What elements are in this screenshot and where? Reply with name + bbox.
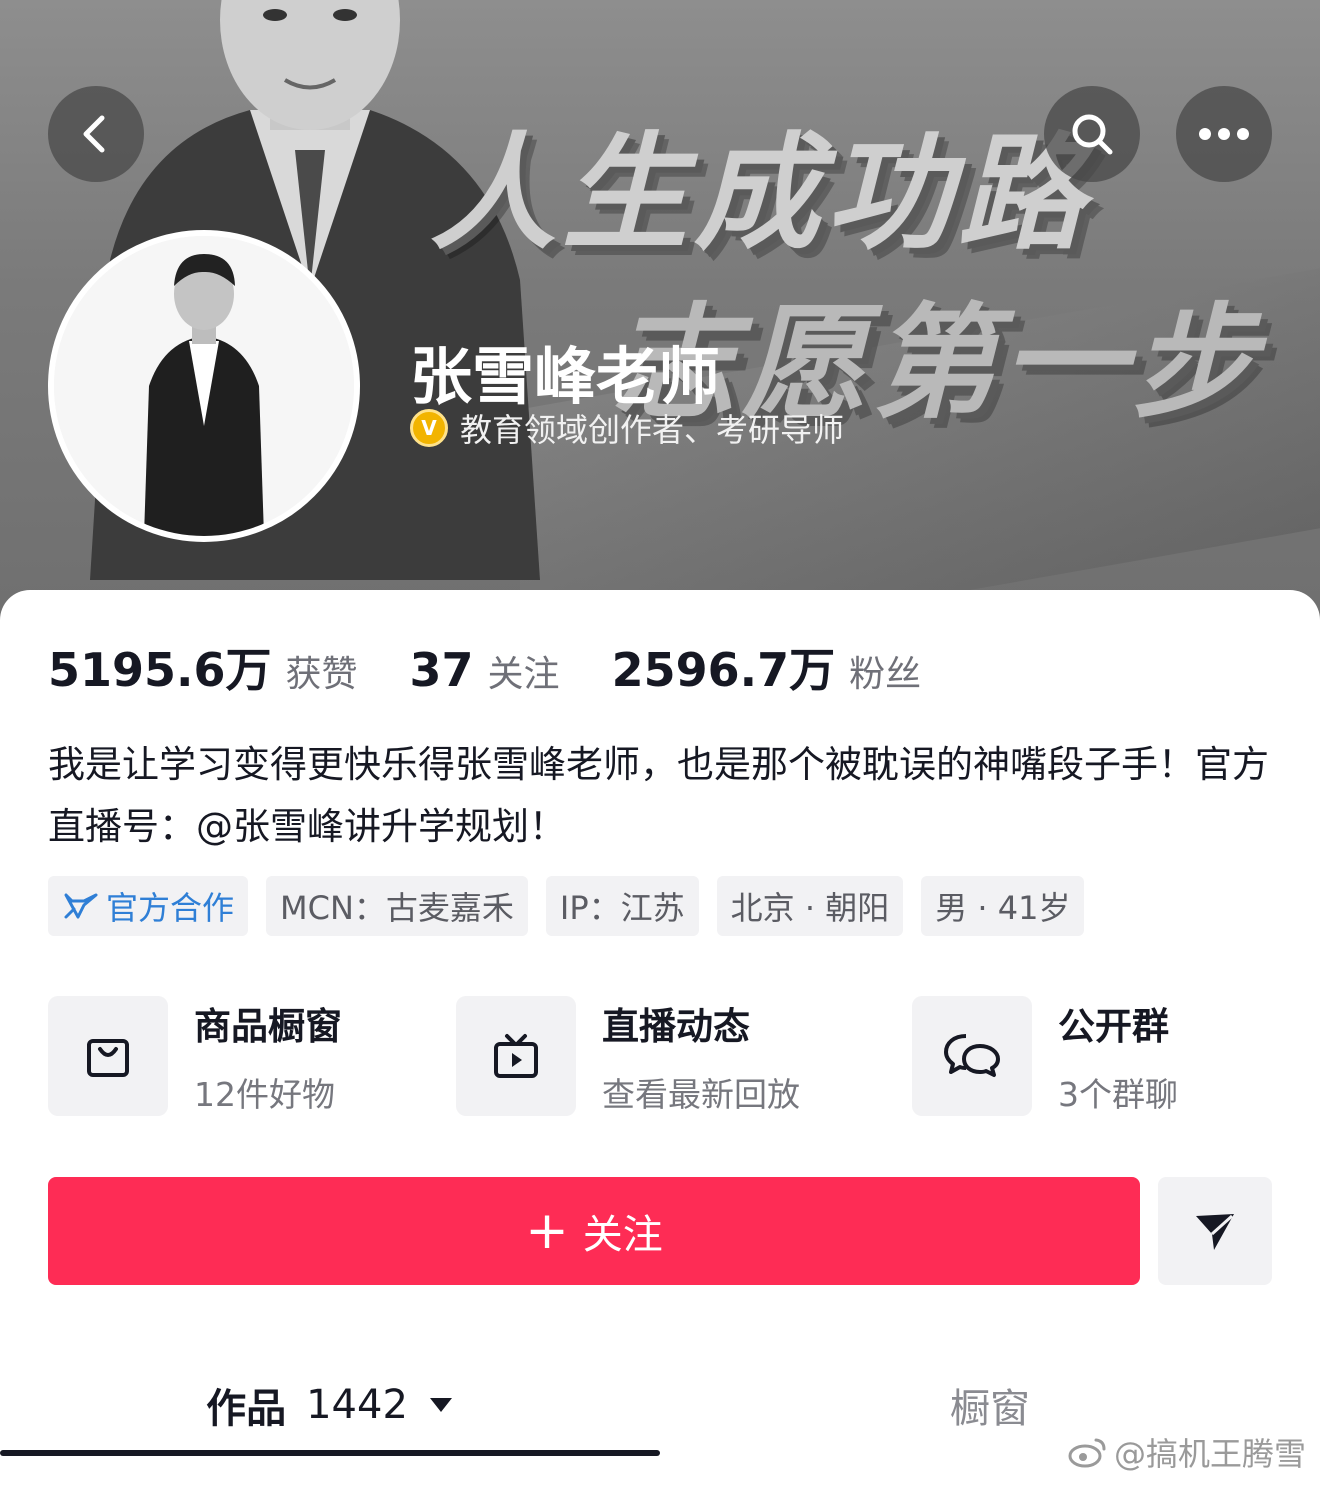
avatar-person-image bbox=[54, 236, 354, 536]
profile-name: 张雪峰老师 bbox=[410, 340, 721, 413]
tag-row: 官方合作 MCN：古麦嘉禾 IP：江苏 北京 · 朝阳 男 · 41岁 bbox=[48, 876, 1085, 936]
watermark: @搞机王腾雪 bbox=[1068, 1429, 1306, 1475]
official-cooperation-icon bbox=[64, 893, 98, 919]
followers-count[interactable]: 2596.7万 bbox=[612, 634, 836, 700]
verification-text: 教育领域创作者、考研导师 bbox=[460, 411, 845, 449]
feature-icon-box bbox=[48, 996, 168, 1116]
feature-title: 公开群 bbox=[1058, 1005, 1169, 1048]
feature-entries: 商品橱窗 12件好物 直播动态 查看最新回放 公开群 3个群聊 bbox=[48, 996, 1278, 1116]
feature-title: 直播动态 bbox=[602, 1005, 750, 1048]
likes-count[interactable]: 5195.6万 bbox=[48, 634, 272, 700]
avatar[interactable] bbox=[48, 230, 360, 542]
search-button[interactable] bbox=[1044, 86, 1140, 182]
feature-icon-box bbox=[912, 996, 1032, 1116]
ip-location-tag: IP：江苏 bbox=[545, 876, 699, 936]
feature-live-updates[interactable]: 直播动态 查看最新回放 bbox=[456, 996, 800, 1116]
feature-public-group[interactable]: 公开群 3个群聊 bbox=[912, 996, 1178, 1116]
tv-play-icon bbox=[494, 1034, 538, 1078]
tab-works-count: 1442 bbox=[306, 1382, 408, 1428]
profile-sheet: 5195.6万 获赞 37 关注 2596.7万 粉丝 我是让学习变得更快乐得张… bbox=[0, 590, 1320, 1489]
official-cooperation-label: 官方合作 bbox=[106, 889, 235, 927]
follow-label: 关注 bbox=[582, 1212, 663, 1258]
followers-label: 粉丝 bbox=[849, 654, 922, 695]
more-dots-icon bbox=[1199, 128, 1249, 140]
back-button[interactable] bbox=[48, 86, 144, 182]
feature-shop-window[interactable]: 商品橱窗 12件好物 bbox=[48, 996, 342, 1116]
tab-works-label: 作品 bbox=[206, 1386, 287, 1432]
caret-down-icon[interactable] bbox=[428, 1396, 454, 1414]
city-tag: 北京 · 朝阳 bbox=[716, 876, 904, 936]
share-button[interactable] bbox=[1158, 1177, 1272, 1285]
feature-icon-box bbox=[456, 996, 576, 1116]
verification-row: V 教育领域创作者、考研导师 bbox=[410, 408, 845, 449]
active-tab-indicator bbox=[0, 1450, 660, 1456]
bio-text: 我是让学习变得更快乐得张雪峰老师，也是那个被耽误的神嘴段子手！官方直播号：@张雪… bbox=[48, 743, 1269, 848]
watermark-text: @搞机王腾雪 bbox=[1113, 1435, 1306, 1473]
shopping-bag-icon bbox=[87, 1039, 129, 1077]
following-label: 关注 bbox=[487, 654, 560, 695]
send-icon bbox=[1196, 1214, 1234, 1250]
feature-subtitle: 12件好物 bbox=[194, 1075, 335, 1114]
stats-row: 5195.6万 获赞 37 关注 2596.7万 粉丝 bbox=[48, 634, 973, 700]
tab-works[interactable]: 作品 1442 bbox=[0, 1360, 660, 1450]
gender-age-tag: 男 · 41岁 bbox=[921, 876, 1085, 936]
mcn-tag[interactable]: MCN：古麦嘉禾 bbox=[266, 876, 528, 936]
feature-subtitle: 查看最新回放 bbox=[602, 1075, 800, 1114]
feature-title: 商品橱窗 bbox=[194, 1005, 342, 1048]
more-button[interactable] bbox=[1176, 86, 1272, 182]
feature-subtitle: 3个群聊 bbox=[1058, 1075, 1178, 1114]
verified-badge-icon: V bbox=[410, 409, 448, 447]
plus-icon: + bbox=[525, 1201, 569, 1261]
header-banner: 人生成功路 志愿第一步 张雪峰老师 V 教育领域创作者、考研导师 bbox=[0, 0, 1320, 640]
chevron-left-icon bbox=[83, 115, 105, 153]
follow-button[interactable]: + 关注 bbox=[48, 1177, 1140, 1285]
weibo-logo-icon bbox=[1068, 1438, 1106, 1468]
official-cooperation-tag[interactable]: 官方合作 bbox=[48, 876, 249, 936]
chat-bubbles-icon bbox=[944, 1034, 1000, 1077]
likes-label: 获赞 bbox=[285, 654, 358, 695]
following-count[interactable]: 37 bbox=[410, 643, 474, 697]
search-icon bbox=[1072, 114, 1113, 155]
banner-slogan-line1: 人生成功路 bbox=[430, 120, 1090, 267]
